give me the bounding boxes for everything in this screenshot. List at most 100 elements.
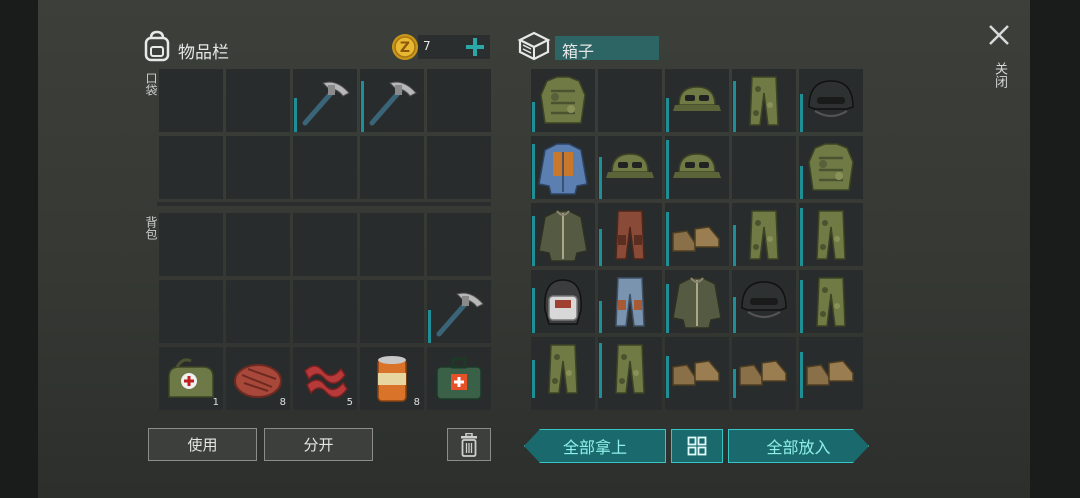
item-slot-camo-pants[interactable] (732, 203, 796, 266)
grid-sort-icon (687, 436, 707, 456)
close-label: 关闭 (992, 62, 1007, 88)
empty-slot[interactable] (531, 398, 595, 410)
item-slot-camo-pants[interactable] (799, 203, 863, 266)
svg-text:Z: Z (400, 40, 410, 56)
item-slot-boots[interactable] (732, 337, 796, 400)
item-slot-camo-cap[interactable] (665, 69, 729, 132)
item-slot-steak[interactable]: 8 (226, 347, 290, 410)
durability-bar (532, 360, 535, 400)
empty-slot[interactable] (360, 213, 424, 276)
empty-slot[interactable] (226, 280, 290, 343)
trash-button[interactable] (447, 428, 491, 461)
empty-slot[interactable] (159, 280, 223, 343)
add-coins-button[interactable] (463, 35, 487, 59)
item-slot-canned-food[interactable]: 8 (360, 347, 424, 410)
blue-armor-jacket-icon (538, 143, 588, 195)
take-all-button[interactable]: 全部拿上 (524, 429, 666, 463)
item-slot-bacon[interactable]: 5 (293, 347, 357, 410)
box-title: 箱子 (562, 42, 595, 61)
empty-slot[interactable] (427, 69, 491, 132)
camo-pants-icon (548, 344, 578, 394)
durability-bar (800, 166, 803, 199)
green-jacket-icon (538, 210, 588, 262)
item-slot-boots[interactable] (665, 203, 729, 266)
empty-slot[interactable] (665, 398, 729, 410)
camo-cap-icon (606, 153, 654, 178)
camo-pants-icon (615, 344, 645, 394)
item-quantity: 8 (413, 397, 420, 408)
item-slot-camo-pants[interactable] (531, 337, 595, 400)
item-slot-biker-helmet[interactable] (531, 270, 595, 333)
item-slot-camo-cap[interactable] (665, 136, 729, 199)
item-slot-camo-vest[interactable] (799, 136, 863, 199)
item-slot-combat-helmet[interactable] (799, 69, 863, 132)
item-slot-combat-helmet[interactable] (732, 270, 796, 333)
empty-slot[interactable] (732, 398, 796, 410)
item-slot-camo-pants[interactable] (799, 270, 863, 333)
empty-slot[interactable] (427, 136, 491, 199)
item-slot-camo-vest[interactable] (531, 69, 595, 132)
durability-bar (666, 98, 669, 132)
close-button[interactable] (986, 22, 1012, 48)
durability-bar (800, 208, 803, 266)
durability-bar (428, 310, 431, 343)
item-slot-camo-cap[interactable] (598, 136, 662, 199)
item-slot-green-jacket[interactable] (531, 203, 595, 266)
item-slot-blue-pants[interactable] (598, 270, 662, 333)
item-slot-first-aid-bag[interactable]: 1 (159, 347, 223, 410)
durability-bar (532, 288, 535, 333)
boots-icon (739, 360, 787, 386)
green-jacket-icon (672, 277, 722, 329)
durability-bar (599, 229, 602, 266)
empty-slot[interactable] (360, 136, 424, 199)
durability-bar (599, 301, 602, 333)
item-slot-pickaxe[interactable] (360, 69, 424, 132)
empty-slot[interactable] (360, 280, 424, 343)
pickaxe-icon (436, 292, 484, 337)
item-slot-camo-pants[interactable] (732, 69, 796, 132)
pickaxe-icon (369, 81, 417, 126)
empty-slot[interactable] (799, 398, 863, 410)
empty-slot[interactable] (159, 136, 223, 199)
durability-bar (532, 216, 535, 266)
camo-pants-icon (749, 210, 779, 260)
item-slot-camo-pants[interactable] (598, 337, 662, 400)
use-button[interactable]: 使用 (148, 428, 257, 461)
section-divider (157, 202, 491, 206)
empty-slot[interactable] (598, 69, 662, 132)
empty-slot[interactable] (226, 136, 290, 199)
durability-bar (666, 284, 669, 333)
durability-bar (532, 102, 535, 132)
pocket-label: 口袋 (144, 72, 158, 96)
empty-slot[interactable] (159, 69, 223, 132)
empty-slot[interactable] (226, 69, 290, 132)
item-slot-boots[interactable] (799, 337, 863, 400)
durability-bar (666, 140, 669, 199)
item-slot-pickaxe[interactable] (427, 280, 491, 343)
item-slot-medkit[interactable] (427, 347, 491, 410)
item-slot-pickaxe[interactable] (293, 69, 357, 132)
sort-button[interactable] (671, 429, 723, 463)
trash-icon (461, 432, 477, 457)
item-slot-boots[interactable] (665, 337, 729, 400)
put-all-button[interactable]: 全部放入 (728, 429, 869, 463)
plus-icon (466, 38, 484, 56)
item-slot-brown-pants[interactable] (598, 203, 662, 266)
camo-pants-icon (816, 210, 846, 260)
split-button[interactable]: 分开 (264, 428, 373, 461)
empty-slot[interactable] (427, 213, 491, 276)
empty-slot[interactable] (226, 213, 290, 276)
empty-slot[interactable] (732, 136, 796, 199)
coin-amount: 7 (423, 39, 431, 53)
item-slot-blue-armor-jacket[interactable] (531, 136, 595, 199)
biker-helmet-icon (544, 279, 582, 325)
empty-slot[interactable] (293, 136, 357, 199)
empty-slot[interactable] (293, 213, 357, 276)
camo-vest-icon (540, 76, 586, 124)
durability-bar (733, 297, 736, 333)
empty-slot[interactable] (598, 398, 662, 410)
empty-slot[interactable] (159, 213, 223, 276)
durability-bar (361, 81, 364, 132)
empty-slot[interactable] (293, 280, 357, 343)
item-slot-green-jacket[interactable] (665, 270, 729, 333)
